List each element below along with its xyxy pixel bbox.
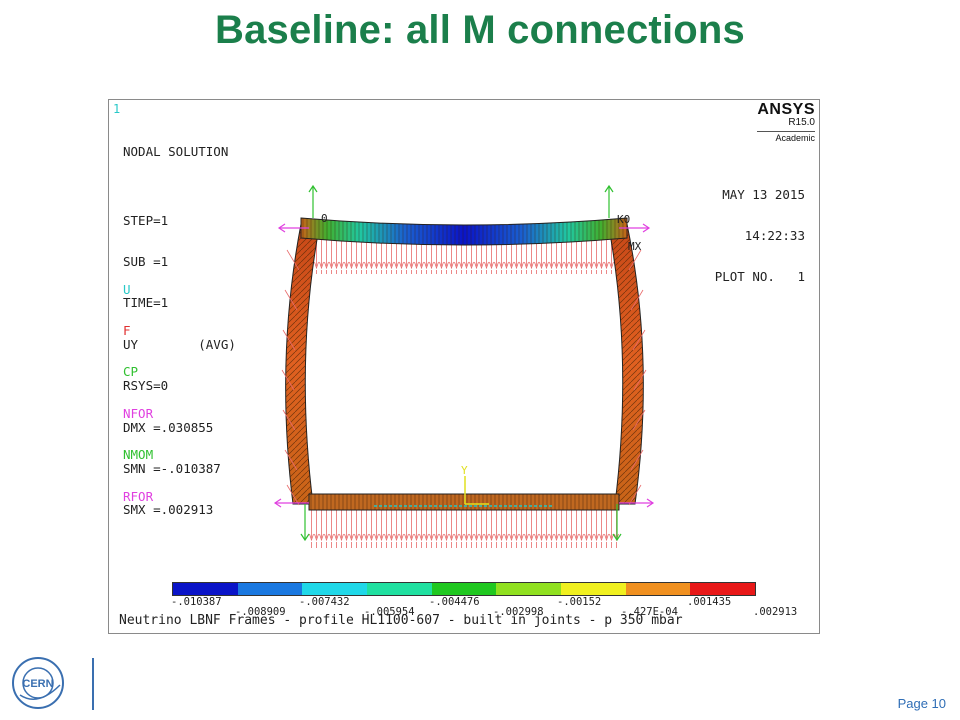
plot-timestamp: MAY 13 2015 14:22:33 PLOT NO. 1 [715,160,805,312]
colorbar-label: -.004476 [429,596,480,608]
colorbar-band [561,583,626,595]
bottom-beam [308,493,620,511]
colorbar-label: .002913 [753,606,798,618]
bottom-beam-load-arrows [309,508,619,548]
logo-divider [92,658,94,710]
top-beam [300,217,628,246]
marker-top-left: 0 [321,212,328,225]
colorbar-band [367,583,432,595]
ansys-logo-block: ANSYS R15.0 Academic [757,101,815,143]
plot-number: 1 [113,102,121,116]
colorbar-band [237,583,303,595]
legend-nmom: NMOM [123,447,154,463]
colorbar-label: -.007432 [299,596,350,608]
colorbar-band [625,583,691,595]
colorbar-label: .001435 [687,596,732,608]
marker-mx: MX [628,240,642,253]
info-line: NODAL SOLUTION [123,143,229,159]
left-column [281,223,320,506]
ansys-edition: Academic [757,131,815,143]
ansys-plot: 1 NODAL SOLUTION STEP=1 SUB =1 TIME=1 UY… [108,99,820,634]
colorbar-band [302,583,368,595]
right-column [608,223,647,506]
colorbar-band [173,583,238,595]
plot-date: MAY 13 2015 [722,186,805,202]
marker-k0: K0 [617,213,631,226]
plot-time: 14:22:33 [744,227,805,243]
cern-logo-text: CERN [22,678,53,690]
colorbar-label: -.00152 [557,596,602,608]
symbol-legend: U F CP NFOR NMOM RFOR [123,255,153,531]
legend-rfor: RFOR [123,488,154,504]
slide-title: Baseline: all M connections [215,8,745,52]
colorbar-label: -.010387 [171,596,222,608]
axis-y-label: Y [461,464,468,477]
cern-logo: CERN [12,657,64,709]
colorbar-band [690,583,756,595]
legend-f: F [123,322,131,338]
plot-caption: Neutrino LBNF Frames - profile HL1100-60… [119,613,683,628]
legend-nfor: NFOR [123,405,154,421]
colorbar-band [431,583,497,595]
info-line: STEP=1 [123,212,169,228]
legend-cp: CP [123,364,139,380]
plot-no: PLOT NO. 1 [714,269,805,285]
contour-colorbar [172,582,756,596]
legend-u: U [123,281,131,297]
colorbar-band [496,583,562,595]
page-number: Page 10 [897,696,946,711]
